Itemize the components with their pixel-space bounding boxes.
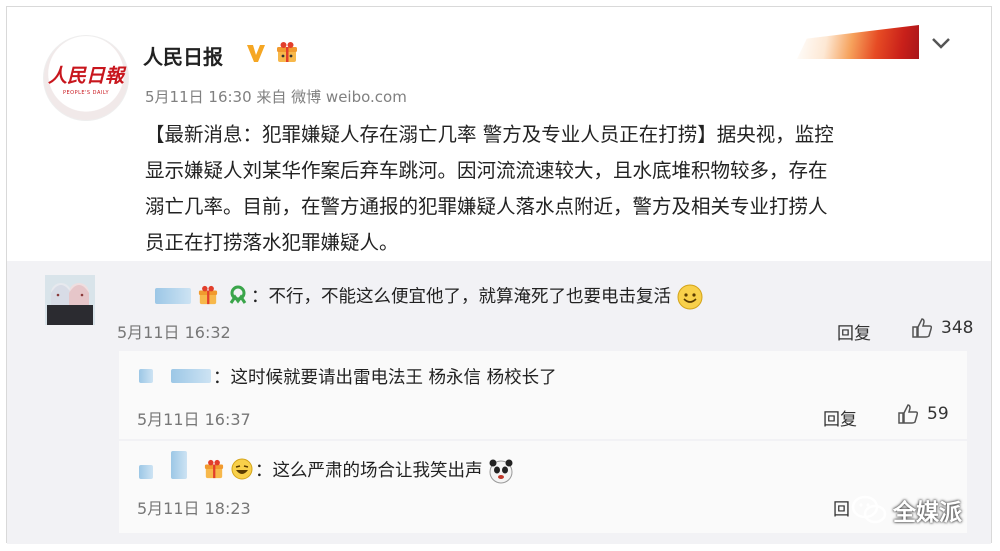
weibo-screenshot: 人民日報 PEOPLE'S DAILY 人民日报 5月11日 16:30 来自 … [6, 6, 992, 544]
comment-text: ：这时候就要请出雷电法王 杨永信 杨校长了 [213, 368, 557, 388]
post-body-line: 显示嫌疑人刘某华作案后弃车跳河。因河流流速较大，且水底堆积物较多，存在 [145, 159, 828, 182]
sub-comment: ：这么严肃的场合让我笑出声 5月11日 18:23 回 [119, 441, 967, 533]
like-count: 59 [927, 404, 949, 424]
comment-text: ：不行，不能这么便宜他了，就算淹死了也要电击复活 [251, 283, 703, 310]
smile-emoji-icon [677, 284, 703, 310]
post-body-line: 溺亡几率。目前，在警方通报的犯罪嫌疑人落水点附近，警方及相关专业打捞人 [145, 195, 828, 218]
sub-comment: ：这时候就要请出雷电法王 杨永信 杨校长了 5月11日 16:37 回复 59 [119, 351, 967, 439]
reply-button[interactable]: 回 [833, 495, 850, 520]
post-body-line: 员正在打捞落水犯罪嫌疑人。 [145, 231, 399, 254]
comment-text-content: ：不行，不能这么便宜他了，就算淹死了也要电击复活 [251, 287, 671, 307]
verified-v-icon [247, 45, 265, 62]
reply-button[interactable]: 回复 [823, 405, 857, 430]
comments-section: ：不行，不能这么便宜他了，就算淹死了也要电击复活 5月11日 16:32 回复 … [7, 261, 991, 544]
post-username[interactable]: 人民日报 [143, 41, 223, 70]
like-button[interactable]: 59 [897, 403, 949, 425]
thumbs-up-icon [898, 404, 919, 424]
comment-text: ：这么严肃的场合让我笑出声 [255, 457, 514, 484]
comment-text-content: ：这么严肃的场合让我笑出声 [255, 461, 483, 481]
avatar-logo: 人民日報 [47, 64, 124, 87]
watermark: 全媒派 [851, 493, 962, 527]
blurred-username [171, 451, 187, 479]
laughing-emoji-icon [231, 458, 253, 480]
like-button[interactable]: 348 [911, 317, 973, 339]
like-count: 348 [941, 318, 974, 338]
gift-badge-icon [198, 285, 218, 305]
post-meta: 5月11日 16:30 来自 微博 weibo.com [145, 88, 407, 106]
panda-emoji-icon [489, 459, 513, 484]
anime-avatar-icon [45, 275, 95, 325]
weibo-post: 人民日報 PEOPLE'S DAILY 人民日报 5月11日 16:30 来自 … [7, 7, 991, 261]
chevron-down-icon[interactable] [929, 35, 953, 51]
blurred-username [139, 465, 153, 479]
thumbs-up-icon [912, 318, 933, 338]
commenter-avatar[interactable] [45, 275, 95, 325]
comment-time: 5月11日 16:32 [117, 323, 231, 342]
post-body: 【最新消息：犯罪嫌疑人存在溺亡几率 警方及专业人员正在打捞】据央视，监控 显示嫌… [145, 117, 955, 261]
comment-time: 5月11日 16:37 [137, 410, 251, 429]
blurred-username [139, 369, 153, 383]
green-badge-icon [229, 285, 247, 304]
gift-badge-icon[interactable] [275, 41, 299, 63]
watermark-text: 全媒派 [893, 500, 962, 526]
gift-badge-icon [204, 459, 224, 479]
blurred-username [171, 369, 211, 383]
blurred-username [155, 288, 191, 304]
post-body-line: 【最新消息：犯罪嫌疑人存在溺亡几率 警方及专业人员正在打捞】据央视，监控 [145, 123, 834, 146]
reply-button[interactable]: 回复 [837, 319, 871, 344]
avatar[interactable]: 人民日報 PEOPLE'S DAILY [43, 35, 129, 121]
avatar-logo-subtitle: PEOPLE'S DAILY [62, 89, 110, 96]
wechat-icon [851, 495, 887, 524]
comment-time: 5月11日 18:23 [137, 499, 251, 518]
header-banner-image [797, 25, 919, 59]
